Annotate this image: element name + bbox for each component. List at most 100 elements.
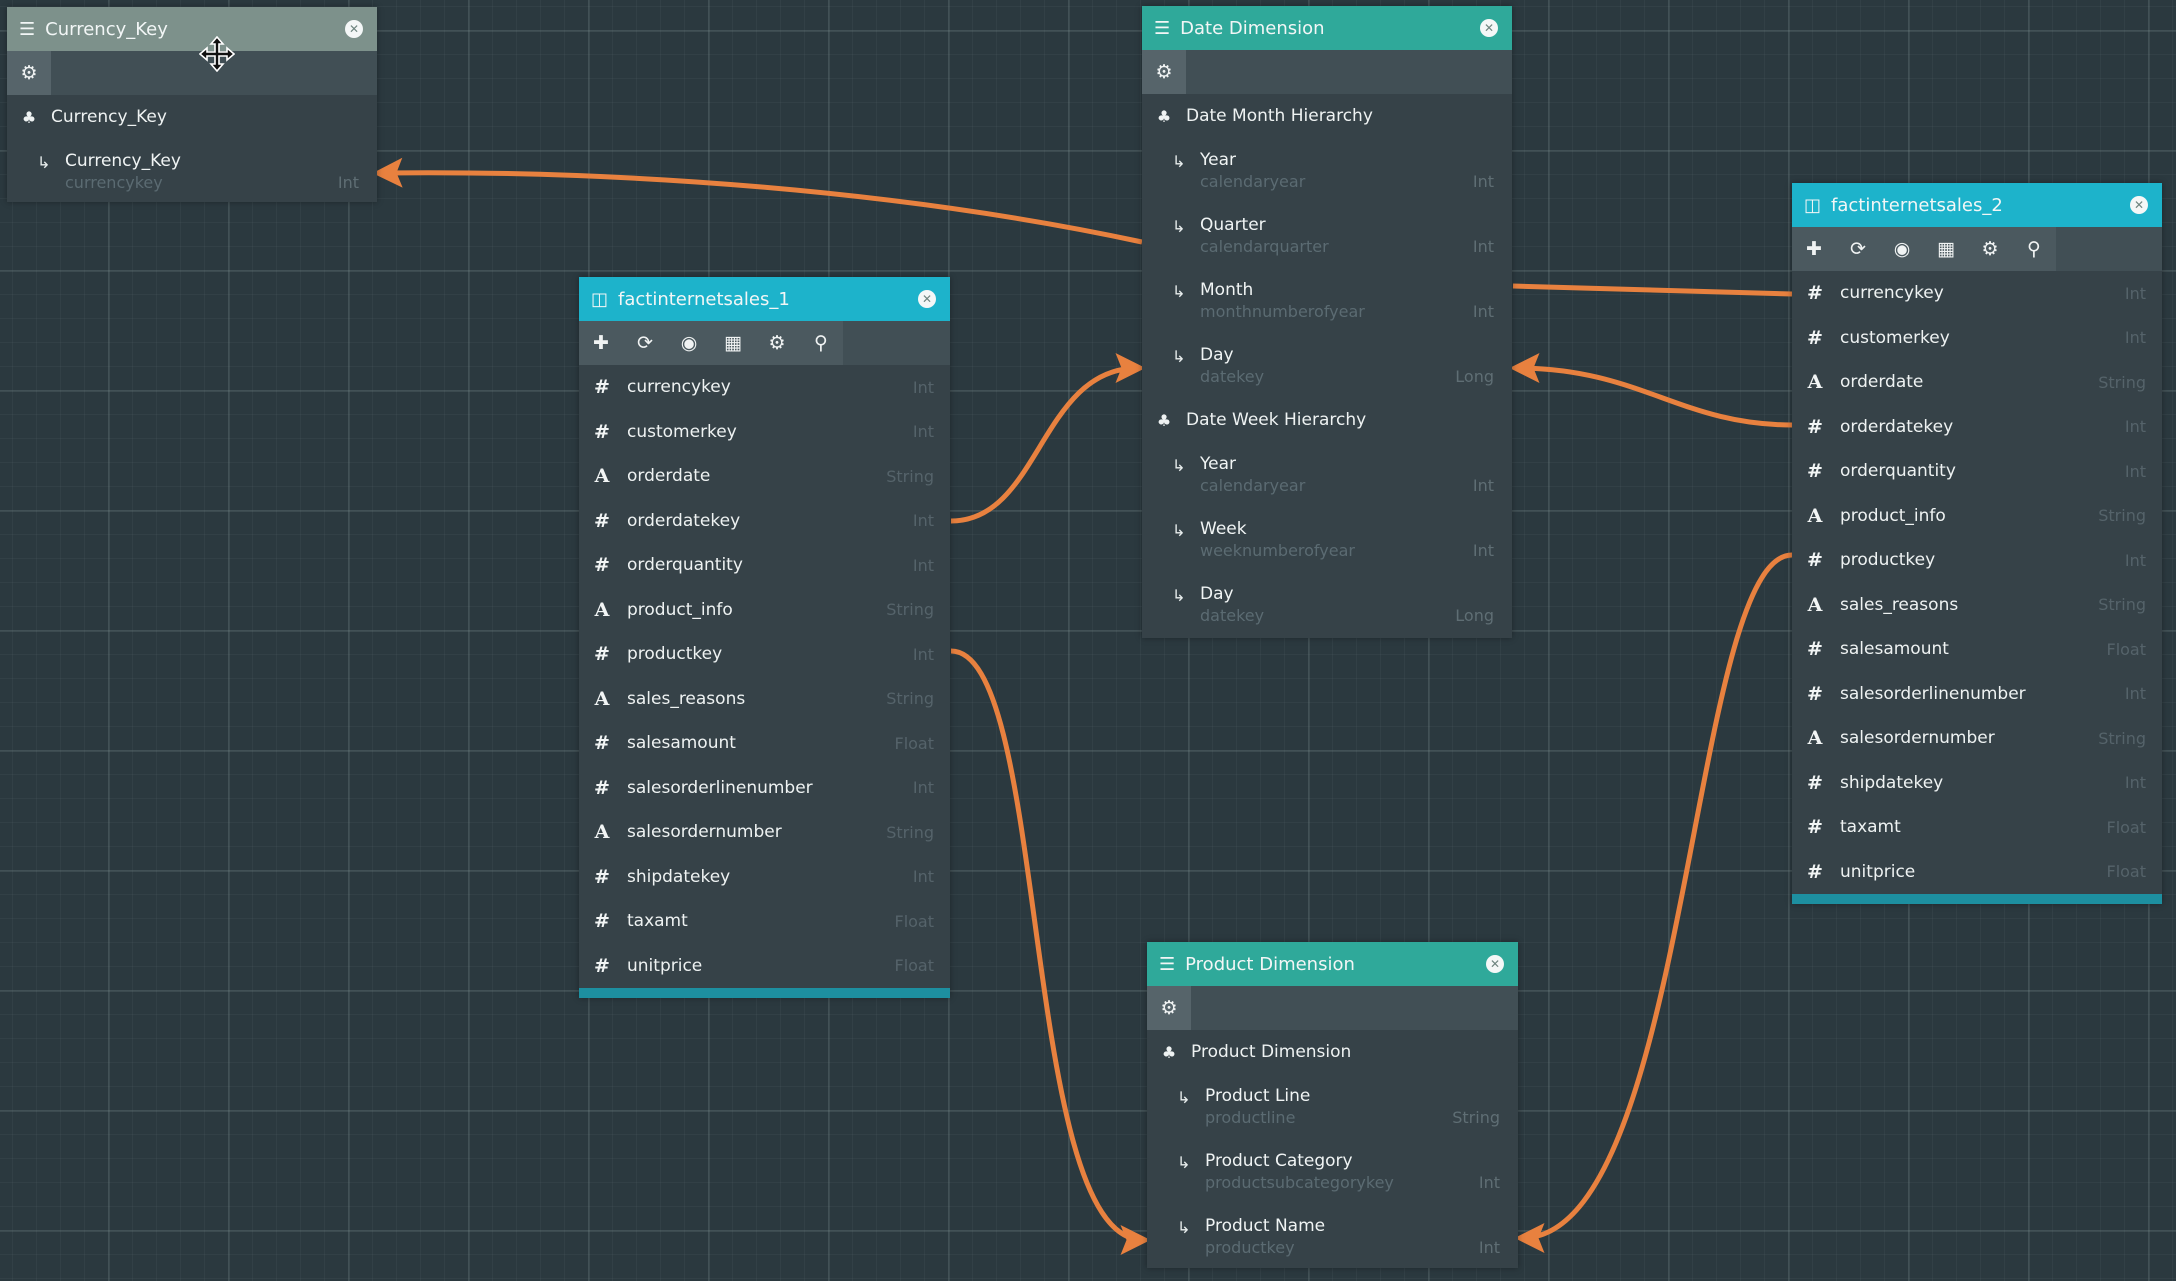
link-fact1-productkey-to-product-name[interactable] [950,648,1151,1255]
panel-title: Date Dimension [1180,17,1325,39]
panel-header[interactable]: ☰ Date Dimension ✕ [1142,6,1512,50]
dimension-panel-currency-key[interactable]: ☰ Currency_Key ✕ ⚙ ♣ Currency_Key ↳ Curr… [7,7,377,202]
column-row[interactable]: Aorderdate String [1792,360,2162,405]
hierarchy-level[interactable]: ↳ Year calendaryear Int [1142,442,1512,507]
column-row[interactable]: # taxamt Float [579,899,950,944]
search-icon[interactable]: ⚲ [2012,227,2056,271]
close-icon[interactable]: ✕ [1480,19,1498,37]
gear-icon[interactable]: ⚙ [1147,986,1191,1030]
level-name: Product Category [1205,1151,1353,1171]
column-row[interactable]: # shipdatekey Int [1792,761,2162,806]
gear-icon[interactable]: ⚙ [1142,50,1186,94]
number-type-icon: # [594,643,610,666]
column-row[interactable]: # customerkey Int [579,410,950,455]
column-row[interactable]: # unitprice Float [1792,850,2162,895]
link-fact2-currencykey-to-date[interactable] [1512,283,1793,297]
search-icon[interactable]: ⚲ [799,321,843,365]
column-row[interactable]: # productkey Int [579,632,950,677]
column-row[interactable]: # salesorderlinenumber Int [1792,672,2162,717]
column-row[interactable]: # taxamt Float [1792,805,2162,850]
hierarchy-header[interactable]: ♣ Currency_Key [7,95,377,139]
text-type-icon: A [594,687,610,710]
column-row[interactable]: # currencykey Int [579,365,950,410]
schema-canvas[interactable]: ☰ Currency_Key ✕ ⚙ ♣ Currency_Key ↳ Curr… [0,0,2176,1281]
column-name: orderquantity [627,555,743,576]
column-row[interactable]: # salesamount Float [1792,627,2162,672]
hierarchy-level[interactable]: ↳ Product Category productsubcategorykey… [1147,1139,1518,1204]
column-row[interactable]: # orderdatekey Int [579,499,950,544]
column-name: salesorderlinenumber [1840,683,2026,704]
column-row[interactable]: # orderquantity Int [579,543,950,588]
hierarchy-level[interactable]: ↳ Year calendaryear Int [1142,138,1512,203]
grid-icon[interactable]: ▦ [1924,227,1968,271]
hierarchy-header[interactable]: ♣ Date Week Hierarchy [1142,398,1512,442]
list-icon: ☰ [1159,953,1176,975]
close-icon[interactable]: ✕ [2130,196,2148,214]
column-row[interactable]: Aproduct_info String [579,588,950,633]
gear-icon[interactable]: ⚙ [7,51,51,95]
hierarchy-level[interactable]: ↳ Product Name productkey Int [1147,1204,1518,1269]
close-icon[interactable]: ✕ [918,290,936,308]
column-type: Int [912,778,934,798]
column-row[interactable]: Asales_reasons String [1792,583,2162,628]
fact-table-panel-2[interactable]: ◫ factinternetsales_2 ✕ ✚ ⟳ ◉ ▦ ⚙ ⚲ # cur… [1792,183,2162,904]
column-row[interactable]: # productkey Int [1792,538,2162,583]
column-row[interactable]: # currencykey Int [1792,271,2162,316]
plus-icon[interactable]: ✚ [579,321,623,365]
hierarchy-level[interactable]: ↳ Quarter calendarquarter Int [1142,203,1512,268]
horizontal-scrollbar[interactable] [1792,894,2162,904]
text-type-icon: A [1807,371,1823,394]
link-date-to-currency[interactable] [372,157,1143,245]
panel-title: Product Dimension [1185,953,1355,975]
refresh-icon[interactable]: ⟳ [1836,227,1880,271]
column-row[interactable]: Aorderdate String [579,454,950,499]
refresh-icon[interactable]: ⟳ [623,321,667,365]
hierarchy-level[interactable]: ↳ Day datekey Long [1142,333,1512,398]
eye-icon[interactable]: ◉ [1880,227,1924,271]
gear-icon[interactable]: ⚙ [755,321,799,365]
column-row[interactable]: # salesorderlinenumber Int [579,766,950,811]
fact-table-panel-1[interactable]: ◫ factinternetsales_1 ✕ ✚ ⟳ ◉ ▦ ⚙ ⚲ # cur… [579,277,950,998]
dimension-panel-product[interactable]: ☰ Product Dimension ✕ ⚙ ♣ Product Dimens… [1147,942,1518,1268]
column-type: String [2098,728,2146,748]
eye-icon[interactable]: ◉ [667,321,711,365]
child-arrow-icon: ↳ [1172,521,1186,540]
column-row[interactable]: # shipdatekey Int [579,855,950,900]
panel-header[interactable]: ☰ Currency_Key ✕ [7,7,377,51]
level-column: datekey [1200,367,1265,386]
column-row[interactable]: Asalesordernumber String [1792,716,2162,761]
hierarchy-level[interactable]: ↳ Week weeknumberofyear Int [1142,507,1512,572]
link-fact2-orderdatekey-to-date-day[interactable] [1509,353,1793,428]
column-name: currencykey [627,377,731,398]
column-row[interactable]: # orderdatekey Int [1792,405,2162,450]
close-icon[interactable]: ✕ [1486,955,1504,973]
link-fact1-orderdatekey-to-date-day[interactable] [950,353,1146,524]
grid-icon[interactable]: ▦ [711,321,755,365]
panel-header[interactable]: ☰ Product Dimension ✕ [1147,942,1518,986]
hierarchy-level[interactable]: ↳ Currency_Key currencykey Int [7,139,377,204]
column-name: productkey [1840,550,1936,571]
column-row[interactable]: Asales_reasons String [579,677,950,722]
column-row[interactable]: Aproduct_info String [1792,494,2162,539]
plus-icon[interactable]: ✚ [1792,227,1836,271]
column-row[interactable]: # salesamount Float [579,721,950,766]
hierarchy-name: Date Week Hierarchy [1186,410,1367,430]
hierarchy-level[interactable]: ↳ Day datekey Long [1142,572,1512,637]
close-icon[interactable]: ✕ [345,20,363,38]
panel-toolbar: ✚ ⟳ ◉ ▦ ⚙ ⚲ [579,321,950,365]
dimension-panel-date[interactable]: ☰ Date Dimension ✕ ⚙ ♣ Date Month Hierar… [1142,6,1512,638]
gear-icon[interactable]: ⚙ [1968,227,2012,271]
panel-header[interactable]: ◫ factinternetsales_1 ✕ [579,277,950,321]
horizontal-scrollbar[interactable] [579,988,950,998]
hierarchy-level[interactable]: ↳ Month monthnumberofyear Int [1142,268,1512,333]
column-row[interactable]: # customerkey Int [1792,316,2162,361]
column-name: taxamt [1840,817,1901,838]
column-row[interactable]: # orderquantity Int [1792,449,2162,494]
link-fact2-productkey-to-product-name[interactable] [1514,552,1793,1253]
hierarchy-level[interactable]: ↳ Product Line productline String [1147,1074,1518,1139]
hierarchy-header[interactable]: ♣ Product Dimension [1147,1030,1518,1074]
column-row[interactable]: Asalesordernumber String [579,810,950,855]
column-row[interactable]: # unitprice Float [579,944,950,989]
hierarchy-header[interactable]: ♣ Date Month Hierarchy [1142,94,1512,138]
panel-header[interactable]: ◫ factinternetsales_2 ✕ [1792,183,2162,227]
